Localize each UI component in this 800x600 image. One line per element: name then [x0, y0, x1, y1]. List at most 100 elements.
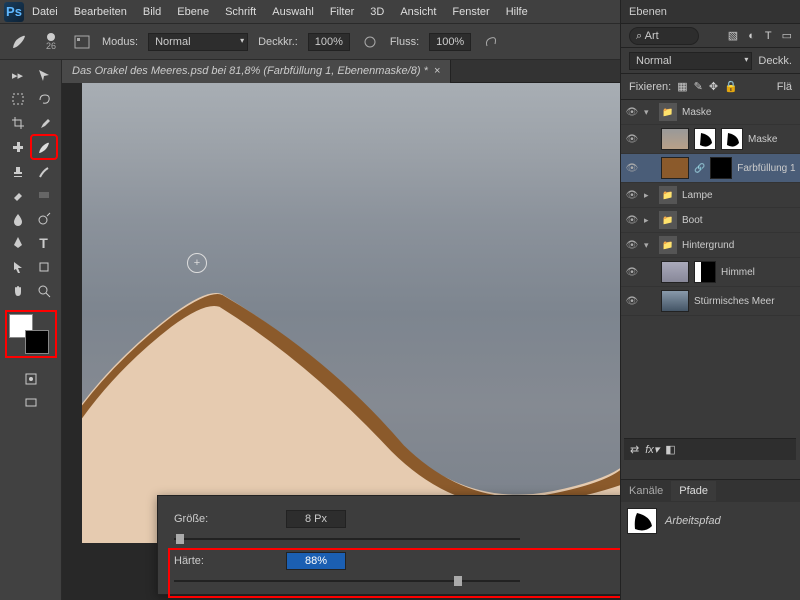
tab-kanaele[interactable]: Kanäle	[621, 481, 671, 501]
layer-group[interactable]: 👁▸📁Lampe	[621, 183, 800, 208]
history-brush-tool[interactable]	[32, 160, 56, 182]
mask-thumbnail[interactable]	[694, 261, 716, 283]
visibility-icon[interactable]: 👁	[625, 163, 639, 174]
stamp-tool[interactable]	[6, 160, 30, 182]
crop-tool[interactable]	[6, 112, 30, 134]
filter-adjust-icon[interactable]: ◐	[748, 30, 755, 42]
healing-tool[interactable]	[6, 136, 30, 158]
layer-group[interactable]: 👁▾📁Hintergrund	[621, 233, 800, 258]
document-image: +	[82, 83, 620, 543]
blur-tool[interactable]	[6, 208, 30, 230]
color-swatches[interactable]	[7, 312, 55, 356]
document-tab[interactable]: Das Orakel des Meeres.psd bei 81,8% (Far…	[62, 60, 451, 83]
menu-filter[interactable]: Filter	[322, 2, 362, 22]
link-icon[interactable]: 🔗	[694, 163, 705, 174]
type-tool[interactable]: T	[32, 232, 56, 254]
visibility-icon[interactable]: 👁	[625, 190, 639, 201]
hand-tool[interactable]	[6, 280, 30, 302]
menu-bild[interactable]: Bild	[135, 2, 169, 22]
menu-fenster[interactable]: Fenster	[444, 2, 497, 22]
menu-ebene[interactable]: Ebene	[169, 2, 217, 22]
layer-group[interactable]: 👁▾📁Maske	[621, 100, 800, 125]
mask-icon-footer[interactable]: ◧	[665, 443, 675, 456]
lock-move-icon[interactable]: ✥	[709, 80, 718, 93]
right-panels: Ebenen ⌕ Art ▧ ◐ T ▭ Normal Deckk. Fixie…	[620, 0, 800, 600]
menu-auswahl[interactable]: Auswahl	[264, 2, 322, 22]
move-tool[interactable]	[32, 64, 56, 86]
brush-tool[interactable]	[32, 136, 56, 158]
layer-row-active[interactable]: 👁🔗Farbfüllung 1	[621, 154, 800, 183]
layer-group[interactable]: 👁▸📁Boot	[621, 208, 800, 233]
gradient-tool[interactable]	[32, 184, 56, 206]
flow-input[interactable]: 100%	[429, 33, 471, 51]
vector-mask-thumbnail[interactable]	[721, 128, 743, 150]
filter-type-icon[interactable]: T	[765, 30, 772, 42]
layers-panel-header[interactable]: Ebenen	[621, 0, 800, 24]
opacity-label: Deckkr.:	[258, 36, 298, 48]
screenmode-icon[interactable]	[19, 392, 43, 414]
blend-mode-select[interactable]: Normal	[148, 33, 248, 51]
filter-shape-icon[interactable]: ▭	[782, 29, 792, 42]
layer-blend-mode-select[interactable]: Normal	[629, 52, 752, 70]
airbrush-icon[interactable]	[481, 32, 501, 52]
menu-3d[interactable]: 3D	[362, 2, 392, 22]
layer-thumbnail[interactable]	[661, 261, 689, 283]
visibility-icon[interactable]: 👁	[625, 215, 639, 226]
dodge-tool[interactable]	[32, 208, 56, 230]
disclosure-icon[interactable]: ▸	[644, 190, 654, 201]
path-item[interactable]: Arbeitspfad	[621, 502, 800, 540]
hardness-value[interactable]: 88%	[286, 552, 346, 570]
hardness-slider[interactable]	[174, 576, 620, 586]
visibility-icon[interactable]: 👁	[625, 267, 639, 278]
lasso-tool[interactable]	[32, 88, 56, 110]
link-layers-icon[interactable]: ⇄	[630, 443, 639, 456]
menu-schrift[interactable]: Schrift	[217, 2, 264, 22]
layer-row[interactable]: 👁Maske	[621, 125, 800, 154]
layer-row[interactable]: 👁Himmel	[621, 258, 800, 287]
menu-datei[interactable]: Datei	[24, 2, 66, 22]
marquee-tool[interactable]	[6, 88, 30, 110]
disclosure-icon[interactable]: ▾	[644, 107, 654, 118]
close-icon[interactable]: ×	[434, 65, 440, 77]
visibility-icon[interactable]: 👁	[625, 134, 639, 145]
flyout-icon[interactable]: ▸▸	[6, 64, 30, 86]
path-thumbnail	[627, 508, 657, 534]
brush-preset-picker[interactable]: 26	[40, 31, 62, 53]
background-color[interactable]	[25, 330, 49, 354]
menu-hilfe[interactable]: Hilfe	[498, 2, 536, 22]
lock-pixels-icon[interactable]: ▦	[677, 80, 687, 93]
visibility-icon[interactable]: 👁	[625, 240, 639, 251]
filter-image-icon[interactable]: ▧	[728, 29, 738, 42]
visibility-icon[interactable]: 👁	[625, 296, 639, 307]
eyedropper-tool[interactable]	[32, 112, 56, 134]
pressure-opacity-icon[interactable]	[360, 32, 380, 52]
size-slider[interactable]	[174, 534, 620, 544]
brush-panel-toggle-icon[interactable]	[72, 32, 92, 52]
quickmask-icon[interactable]	[19, 368, 43, 390]
mask-thumbnail[interactable]	[694, 128, 716, 150]
layer-thumbnail[interactable]	[661, 290, 689, 312]
menu-bearbeiten[interactable]: Bearbeiten	[66, 2, 135, 22]
layer-filter-search[interactable]: ⌕ Art	[629, 27, 699, 45]
layer-thumbnail[interactable]	[661, 128, 689, 150]
menu-ansicht[interactable]: Ansicht	[392, 2, 444, 22]
layer-thumbnail[interactable]	[661, 157, 689, 179]
path-select-tool[interactable]	[6, 256, 30, 278]
mask-thumbnail[interactable]	[710, 157, 732, 179]
fx-icon[interactable]: fx▾	[645, 443, 659, 456]
zoom-tool[interactable]	[32, 280, 56, 302]
canvas-area[interactable]: + ✲▾ Größe: 8 Px Härte: 88%	[62, 83, 620, 600]
current-tool-icon[interactable]	[8, 31, 30, 53]
disclosure-icon[interactable]: ▾	[644, 240, 654, 251]
lock-paint-icon[interactable]: ✎	[694, 80, 703, 93]
lock-all-icon[interactable]: 🔒	[724, 80, 738, 93]
size-value[interactable]: 8 Px	[286, 510, 346, 528]
disclosure-icon[interactable]: ▸	[644, 215, 654, 226]
pen-tool[interactable]	[6, 232, 30, 254]
opacity-input[interactable]: 100%	[308, 33, 350, 51]
shape-tool[interactable]	[32, 256, 56, 278]
visibility-icon[interactable]: 👁	[625, 107, 639, 118]
eraser-tool[interactable]	[6, 184, 30, 206]
layer-row[interactable]: 👁Stürmisches Meer	[621, 287, 800, 316]
tab-pfade[interactable]: Pfade	[671, 481, 716, 501]
